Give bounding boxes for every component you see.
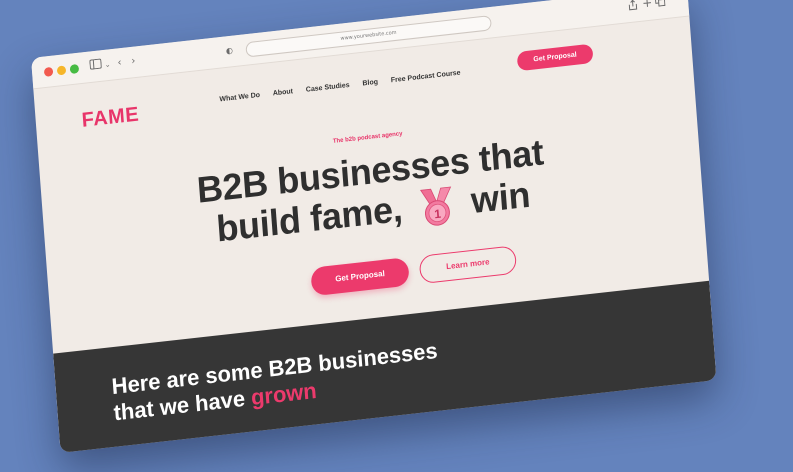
back-icon[interactable]: ‹ [117, 56, 122, 71]
header-get-proposal-button[interactable]: Get Proposal [516, 43, 594, 72]
maximize-window-button[interactable] [69, 63, 80, 75]
shield-icon: ◐ [225, 45, 234, 56]
clients-section: Here are some B2B businesses that we hav… [53, 280, 717, 453]
nav-item-blog[interactable]: Blog [362, 79, 378, 88]
clients-section-title: Here are some B2B businesses that we hav… [111, 338, 441, 427]
main-nav: What We Do About Case Studies Blog Free … [219, 69, 461, 103]
nav-item-what-we-do[interactable]: What We Do [219, 92, 260, 104]
url-text: www.yourwebsite.com [340, 29, 397, 42]
browser-window: ⌄ ‹ › ◐ www.yourwebsite.com + FAME What … [31, 0, 717, 453]
headline-line-2-end: win [469, 173, 532, 222]
tabs-overview-icon[interactable] [654, 0, 666, 12]
share-icon[interactable] [628, 0, 638, 16]
brand-logo[interactable]: FAME [81, 103, 140, 133]
new-tab-icon[interactable]: + [642, 0, 653, 10]
browser-toolbar: ⌄ ‹ › ◐ www.yourwebsite.com + [31, 0, 690, 90]
close-window-button[interactable] [43, 66, 54, 77]
minimize-window-button[interactable] [56, 65, 67, 76]
medal-icon: 1 [414, 184, 459, 229]
learn-more-button[interactable]: Learn more [418, 245, 518, 285]
nav-item-free-podcast-course[interactable]: Free Podcast Course [391, 69, 461, 84]
chevron-down-icon[interactable]: ⌄ [104, 57, 111, 72]
nav-item-case-studies[interactable]: Case Studies [306, 82, 350, 94]
sidebar-icon[interactable] [89, 58, 102, 75]
stage: ⌄ ‹ › ◐ www.yourwebsite.com + FAME What … [0, 0, 793, 472]
hero-get-proposal-button[interactable]: Get Proposal [310, 257, 410, 297]
nav-item-about[interactable]: About [273, 88, 294, 97]
forward-icon[interactable]: › [131, 55, 136, 70]
address-bar[interactable]: www.yourwebsite.com [245, 15, 492, 58]
